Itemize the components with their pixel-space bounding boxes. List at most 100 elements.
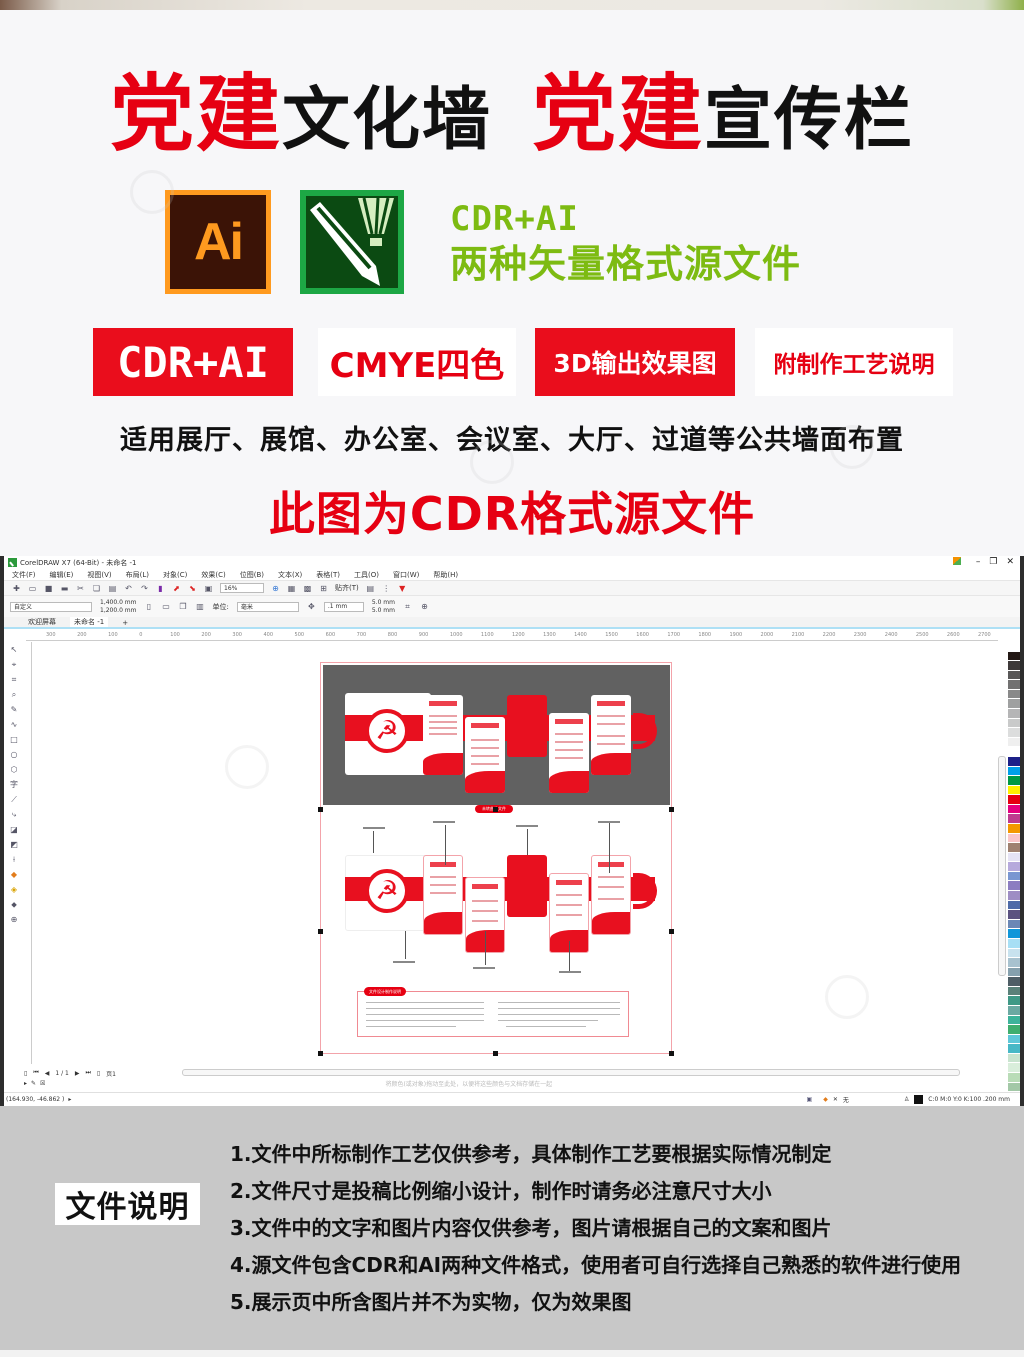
print-icon[interactable]: ▬: [60, 584, 69, 593]
palette-swatch[interactable]: [1008, 680, 1020, 690]
crop-tool-icon[interactable]: ⌗: [10, 675, 19, 684]
palette-eyedropper-icon[interactable]: ✎: [31, 1080, 36, 1087]
text-tool-icon[interactable]: 字: [10, 780, 19, 789]
portrait-icon[interactable]: ▯: [145, 602, 154, 611]
show-guidelines-icon[interactable]: ⊞: [319, 584, 328, 593]
palette-swatch[interactable]: [1008, 1025, 1020, 1035]
palette-swatch[interactable]: [1008, 919, 1020, 930]
next-page-icon[interactable]: ▶: [75, 1070, 80, 1077]
undo-icon[interactable]: ↶: [124, 584, 133, 593]
palette-swatch[interactable]: [1008, 871, 1020, 882]
palette-swatch[interactable]: [1008, 776, 1020, 786]
tab-untitled-1[interactable]: 未命名 -1: [70, 617, 109, 627]
zoom-tool-icon[interactable]: ⌕: [10, 690, 19, 699]
palette-swatch[interactable]: [1008, 891, 1020, 901]
nudge-distance-field[interactable]: .1 mm: [323, 601, 364, 612]
page-height-field[interactable]: 1,200.0 mm: [100, 607, 137, 615]
palette-swatch[interactable]: [1008, 1063, 1020, 1074]
ellipse-tool-icon[interactable]: ○: [10, 750, 19, 759]
page-preset-select[interactable]: 自定义: [10, 601, 92, 612]
selection-handle[interactable]: [493, 1051, 498, 1056]
new-tab-button[interactable]: +: [118, 619, 132, 627]
palette-swatch[interactable]: [1008, 881, 1020, 892]
palette-swatch[interactable]: [1008, 1034, 1020, 1045]
palette-swatch[interactable]: [1008, 709, 1020, 719]
palette-swatch[interactable]: [1008, 977, 1020, 987]
horizontal-ruler[interactable]: 300 200 100 0 100 200 300 400 500 600 700 800 900 100…: [26, 632, 998, 641]
smart-fill-icon[interactable]: ◈: [10, 885, 19, 894]
palette-swatch[interactable]: [1008, 718, 1020, 729]
menu-help[interactable]: 帮助(H): [433, 570, 458, 580]
eyedropper-icon[interactable]: ⟊: [10, 855, 19, 864]
restore-button[interactable]: ❐: [989, 557, 997, 567]
palette-swatch[interactable]: [1008, 852, 1020, 863]
drop-shadow-icon[interactable]: ◪: [10, 825, 19, 834]
palette-swatch[interactable]: [1008, 670, 1020, 681]
zoom-level-select[interactable]: 16%: [220, 583, 264, 593]
options-icon[interactable]: ▤: [366, 584, 375, 593]
pick-tool-icon[interactable]: ↖: [10, 645, 19, 654]
menu-layout[interactable]: 布局(L): [126, 570, 149, 580]
palette-swatch[interactable]: [1008, 967, 1020, 978]
shape-tool-icon[interactable]: ⌖: [10, 660, 19, 669]
duplicate-y-field[interactable]: 5.0 mm: [372, 607, 395, 615]
page-width-field[interactable]: 1,400.0 mm: [100, 599, 137, 607]
palette-swatch[interactable]: [1008, 986, 1020, 997]
palette-swatch[interactable]: [1008, 1015, 1020, 1026]
treat-as-filled-icon[interactable]: ⌗: [403, 602, 412, 611]
close-button[interactable]: ✕: [1006, 557, 1014, 567]
menu-object[interactable]: 对象(C): [163, 570, 187, 580]
palette-swatch[interactable]: [1008, 737, 1020, 748]
palette-swatch[interactable]: [1008, 689, 1020, 700]
publish-pdf-icon[interactable]: ▣: [204, 584, 213, 593]
transparency-tool-icon[interactable]: ◩: [10, 840, 19, 849]
status-expand-icon[interactable]: ▸: [68, 1096, 71, 1103]
app-launcher-icon[interactable]: ⋮: [382, 584, 391, 593]
prev-page-icon[interactable]: ◀: [45, 1070, 50, 1077]
duplicate-x-field[interactable]: 5.0 mm: [372, 599, 395, 607]
selection-handle[interactable]: [493, 807, 498, 812]
new-icon[interactable]: ✚: [12, 584, 21, 593]
menu-table[interactable]: 表格(T): [316, 570, 340, 580]
palette-swatch[interactable]: [1008, 996, 1020, 1006]
mesh-fill-icon[interactable]: ⬥: [10, 900, 19, 909]
cut-icon[interactable]: ✂: [76, 584, 85, 593]
update-icon[interactable]: [952, 557, 961, 565]
add-page-after-icon[interactable]: ▯: [97, 1070, 100, 1077]
palette-swatch[interactable]: [1008, 843, 1020, 853]
redo-icon[interactable]: ↷: [140, 584, 149, 593]
palette-swatch[interactable]: [1008, 804, 1020, 815]
wall-render-preview[interactable]: ☭: [323, 665, 670, 805]
palette-swatch[interactable]: [1008, 728, 1020, 738]
menu-file[interactable]: 文件(F): [12, 570, 36, 580]
open-icon[interactable]: ▭: [28, 584, 37, 593]
vertical-scrollbar[interactable]: [998, 756, 1006, 976]
selection-handle[interactable]: [669, 1051, 674, 1056]
menu-text[interactable]: 文本(X): [278, 570, 302, 580]
menu-tools[interactable]: 工具(O): [354, 570, 379, 580]
units-select[interactable]: 毫米: [236, 601, 299, 612]
interactive-fill-icon[interactable]: ◆: [10, 870, 19, 879]
menu-view[interactable]: 视图(V): [87, 570, 111, 580]
connector-tool-icon[interactable]: ⤷: [10, 810, 19, 819]
palette-play-icon[interactable]: ▸: [24, 1080, 27, 1087]
palette-swatch[interactable]: [1008, 900, 1020, 911]
save-icon[interactable]: ■: [44, 584, 53, 593]
add-icon[interactable]: ⊕: [420, 602, 429, 611]
all-pages-icon[interactable]: ❐: [179, 602, 188, 611]
palette-swatch[interactable]: [1008, 1053, 1020, 1064]
menu-bitmaps[interactable]: 位图(B): [240, 570, 264, 580]
palette-swatch[interactable]: [1008, 642, 1020, 652]
landscape-icon[interactable]: ▭: [162, 602, 171, 611]
add-page-before-icon[interactable]: ▯: [24, 1070, 27, 1077]
search-content-icon[interactable]: ▮: [156, 584, 165, 593]
palette-swatch[interactable]: [1008, 785, 1020, 796]
wall-annotated-drawing[interactable]: ☭: [323, 821, 670, 981]
selection-handle[interactable]: [318, 807, 323, 812]
import-icon[interactable]: ⬈: [172, 584, 181, 593]
palette-swatch[interactable]: [1008, 766, 1020, 777]
palette-swatch[interactable]: [1008, 814, 1020, 824]
selection-handle[interactable]: [669, 807, 674, 812]
welcome-icon[interactable]: ▼: [398, 584, 407, 593]
palette-swatch[interactable]: [1008, 862, 1020, 872]
